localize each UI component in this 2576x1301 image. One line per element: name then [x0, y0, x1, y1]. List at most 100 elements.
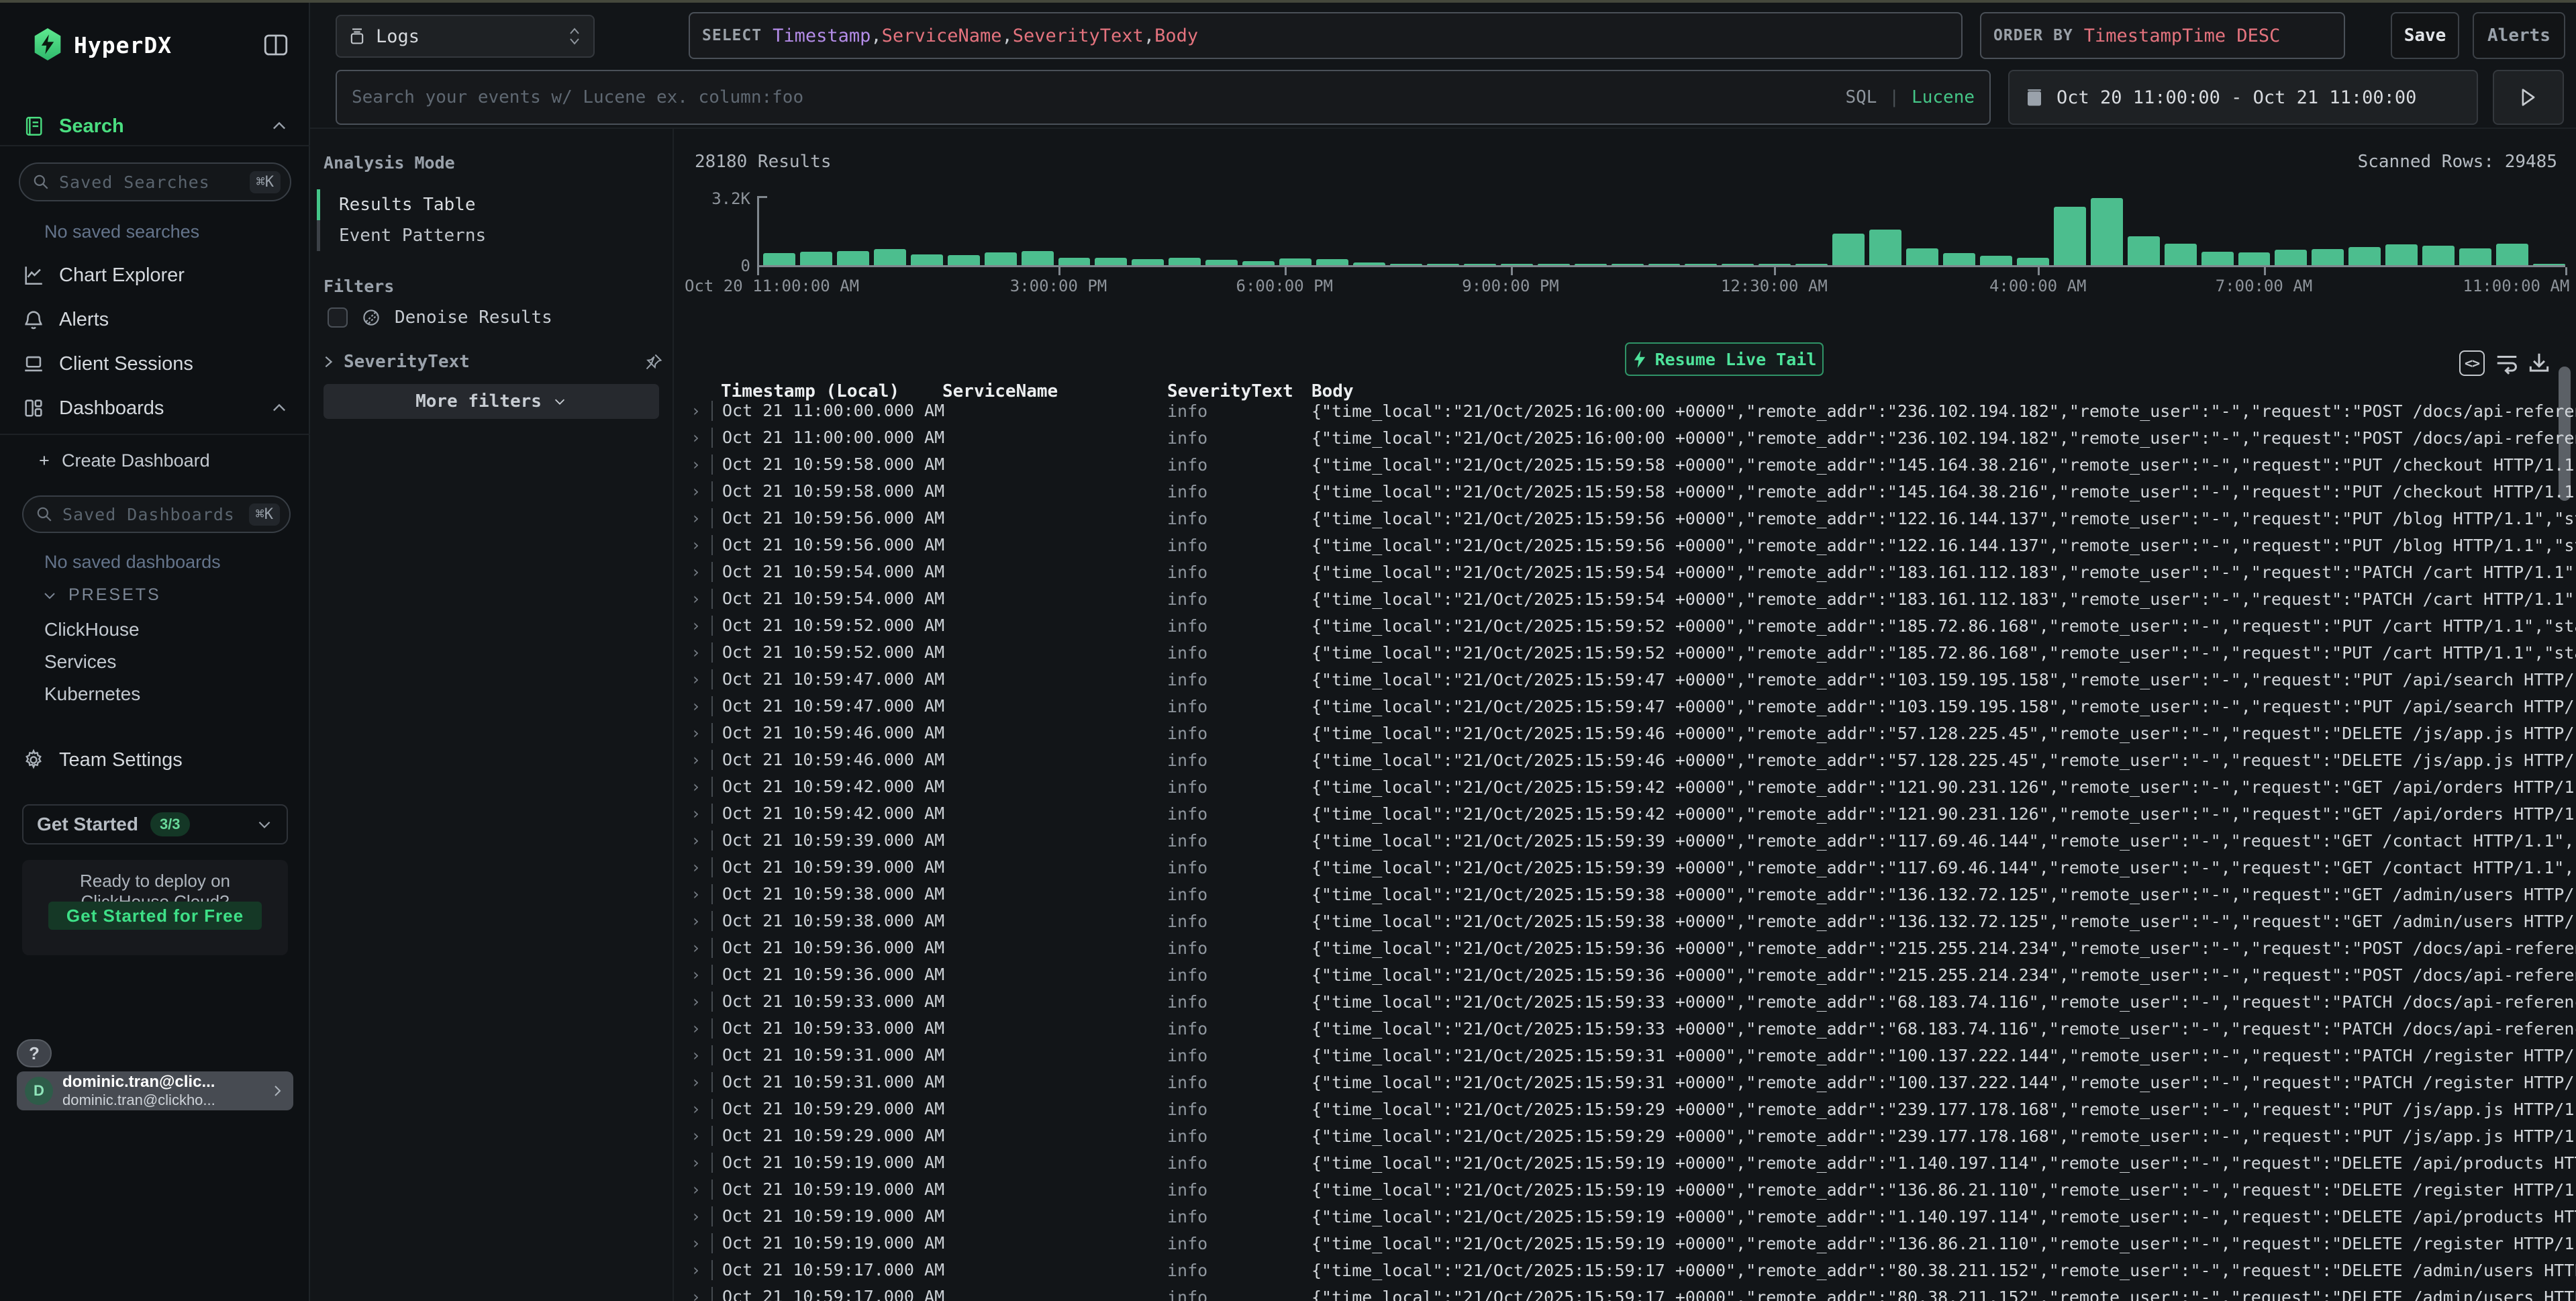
sidebar-item-chart-explorer[interactable]: Chart Explorer [0, 259, 310, 291]
sidebar-item-search[interactable]: Search [0, 110, 310, 142]
expand-row-icon[interactable]: › [674, 1100, 711, 1118]
histogram-bar[interactable] [1943, 253, 1975, 265]
download-icon[interactable] [2526, 350, 2552, 376]
table-row[interactable]: ›Oct 21 10:59:36.000 AMinfo{"time_local"… [674, 961, 2576, 988]
sidebar-item-client-sessions[interactable]: Client Sessions [0, 348, 310, 380]
expand-row-icon[interactable]: › [674, 616, 711, 635]
table-row[interactable]: ›Oct 21 10:59:19.000 AMinfo{"time_local"… [674, 1230, 2576, 1257]
histogram-bar[interactable] [874, 249, 906, 265]
denoise-checkbox[interactable] [328, 307, 348, 328]
saved-searches-input[interactable]: Saved Searches ⌘K [19, 162, 291, 201]
table-row[interactable]: ›Oct 21 10:59:58.000 AMinfo{"time_local"… [674, 451, 2576, 478]
expand-row-icon[interactable]: › [674, 751, 711, 769]
create-dashboard-button[interactable]: + Create Dashboard [0, 444, 310, 477]
histogram-bar[interactable] [1390, 264, 1422, 265]
sql-toggle[interactable]: SQL [1845, 87, 1877, 107]
table-row[interactable]: ›Oct 21 10:59:29.000 AMinfo{"time_local"… [674, 1122, 2576, 1149]
expand-row-icon[interactable]: › [674, 1261, 711, 1280]
histogram-bar[interactable] [2054, 207, 2086, 265]
histogram-bar[interactable] [1612, 264, 1644, 265]
lucene-toggle[interactable]: Lucene [1912, 87, 1975, 107]
lucene-search-input[interactable]: Search your events w/ Lucene ex. column:… [336, 70, 1991, 125]
table-row[interactable]: ›Oct 21 10:59:39.000 AMinfo{"time_local"… [674, 854, 2576, 881]
expand-row-icon[interactable]: › [674, 1234, 711, 1253]
expand-row-icon[interactable]: › [674, 1126, 711, 1145]
histogram-bar[interactable] [2348, 247, 2381, 265]
mode-results-table[interactable]: Results Table [317, 189, 666, 220]
table-row[interactable]: ›Oct 21 10:59:38.000 AMinfo{"time_local"… [674, 908, 2576, 934]
table-row[interactable]: ›Oct 21 10:59:46.000 AMinfo{"time_local"… [674, 746, 2576, 773]
expand-row-icon[interactable]: › [674, 777, 711, 796]
expand-row-icon[interactable]: › [674, 1207, 711, 1226]
expand-row-icon[interactable]: › [674, 697, 711, 716]
expand-row-icon[interactable]: › [674, 1046, 711, 1065]
histogram-bar[interactable] [911, 254, 943, 265]
table-row[interactable]: ›Oct 21 10:59:17.000 AMinfo{"time_local"… [674, 1284, 2576, 1301]
expand-row-icon[interactable]: › [674, 1288, 711, 1301]
expand-row-icon[interactable]: › [674, 401, 711, 420]
expand-row-icon[interactable]: › [674, 938, 711, 957]
histogram-bar[interactable] [763, 253, 795, 265]
histogram-bar[interactable] [2496, 244, 2528, 265]
histogram-bar[interactable] [1722, 264, 1754, 265]
expand-row-icon[interactable]: › [674, 1073, 711, 1092]
histogram-bar[interactable] [2275, 250, 2307, 265]
table-row[interactable]: ›Oct 21 10:59:42.000 AMinfo{"time_local"… [674, 800, 2576, 827]
expand-row-icon[interactable]: › [674, 670, 711, 689]
histogram-bar[interactable] [948, 255, 980, 265]
chevron-up-icon[interactable] [270, 399, 289, 418]
expand-row-icon[interactable]: › [674, 482, 711, 501]
histogram-bar[interactable] [2459, 248, 2491, 265]
mode-event-patterns[interactable]: Event Patterns [317, 220, 666, 251]
histogram-bar[interactable] [2422, 246, 2455, 265]
histogram-bar[interactable] [1980, 256, 2012, 265]
sidebar-item-team-settings[interactable]: Team Settings [0, 744, 310, 776]
expand-row-icon[interactable]: › [674, 643, 711, 662]
expand-row-icon[interactable]: › [674, 589, 711, 608]
table-row[interactable]: ›Oct 21 10:59:56.000 AMinfo{"time_local"… [674, 532, 2576, 559]
table-row[interactable]: ›Oct 21 10:59:56.000 AMinfo{"time_local"… [674, 505, 2576, 532]
histogram-bar[interactable] [1205, 260, 1238, 265]
table-row[interactable]: ›Oct 21 10:59:46.000 AMinfo{"time_local"… [674, 720, 2576, 746]
expand-row-icon[interactable]: › [674, 563, 711, 581]
table-row[interactable]: ›Oct 21 10:59:58.000 AMinfo{"time_local"… [674, 478, 2576, 505]
more-filters-button[interactable]: More filters [324, 384, 659, 419]
histogram-bar[interactable] [2312, 249, 2344, 265]
histogram-bar[interactable] [1132, 259, 1164, 265]
histogram-bar[interactable] [2165, 244, 2197, 265]
histogram-bar[interactable] [1316, 259, 1348, 265]
histogram-bar[interactable] [1058, 258, 1091, 265]
expand-row-icon[interactable]: › [674, 1180, 711, 1199]
table-row[interactable]: ›Oct 21 10:59:47.000 AMinfo{"time_local"… [674, 693, 2576, 720]
table-row[interactable]: ›Oct 21 10:59:33.000 AMinfo{"time_local"… [674, 988, 2576, 1015]
text-wrap-icon[interactable] [2494, 350, 2520, 376]
order-by-input[interactable]: ORDER BY TimestampTime DESC [1980, 12, 2345, 59]
histogram-bar[interactable] [1169, 258, 1201, 265]
histogram-bar[interactable] [1501, 264, 1533, 265]
histogram-bar[interactable] [2017, 258, 2049, 265]
expand-row-icon[interactable]: › [674, 912, 711, 930]
collapse-sidebar-icon[interactable] [262, 31, 290, 58]
get-started-free-button[interactable]: Get Started for Free [48, 902, 262, 930]
histogram-bar[interactable] [1022, 251, 1054, 265]
histogram-bar[interactable] [1832, 234, 1865, 265]
save-button[interactable]: Save [2391, 12, 2459, 59]
expand-row-icon[interactable]: › [674, 992, 711, 1011]
saved-dashboards-input[interactable]: Saved Dashboards ⌘K [22, 495, 291, 533]
table-row[interactable]: ›Oct 21 10:59:17.000 AMinfo{"time_local"… [674, 1257, 2576, 1284]
table-row[interactable]: ›Oct 21 10:59:19.000 AMinfo{"time_local"… [674, 1149, 2576, 1176]
histogram-bar[interactable] [2091, 198, 2123, 265]
histogram-bar[interactable] [1538, 264, 1570, 265]
expand-row-icon[interactable]: › [674, 1019, 711, 1038]
histogram-bar[interactable] [1242, 261, 1275, 265]
expand-row-icon[interactable]: › [674, 455, 711, 474]
resume-live-tail-button[interactable]: Resume Live Tail [1625, 342, 1824, 376]
table-row[interactable]: ›Oct 21 11:00:00.000 AMinfo{"time_local"… [674, 424, 2576, 451]
pin-icon[interactable] [644, 352, 663, 371]
histogram-bar[interactable] [1427, 264, 1459, 265]
histogram-bar[interactable] [1095, 258, 1127, 265]
table-row[interactable]: ›Oct 21 10:59:31.000 AMinfo{"time_local"… [674, 1069, 2576, 1096]
get-started-accordion[interactable]: Get Started 3/3 [22, 804, 288, 845]
user-menu[interactable]: D dominic.tran@clic... dominic.tran@clic… [17, 1071, 293, 1110]
table-row[interactable]: ›Oct 21 10:59:19.000 AMinfo{"time_local"… [674, 1176, 2576, 1203]
